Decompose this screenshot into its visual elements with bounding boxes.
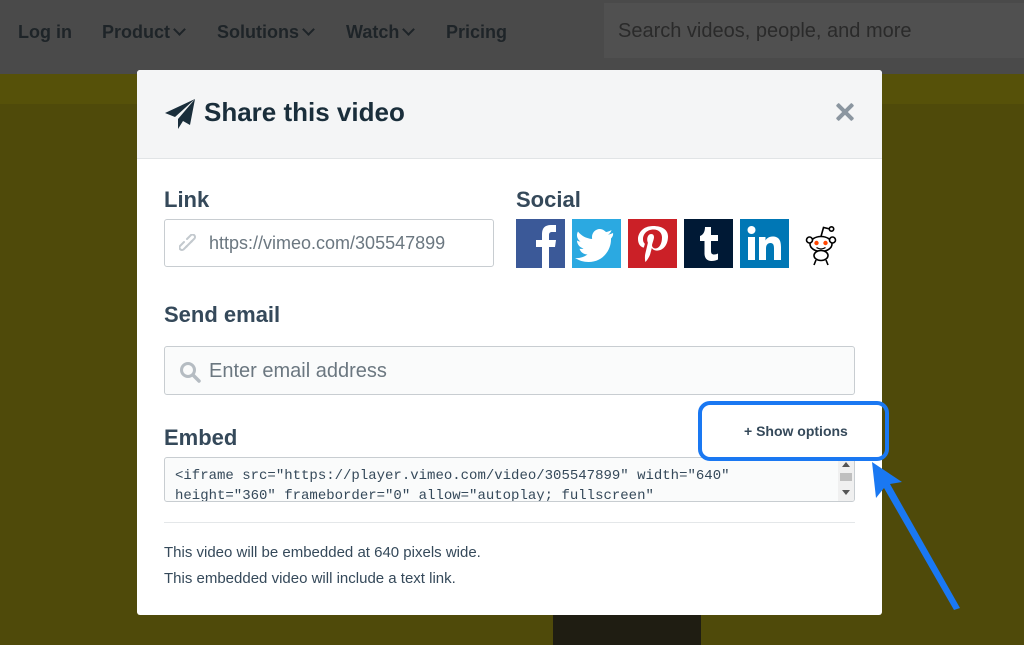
close-icon[interactable] xyxy=(834,101,856,123)
arrow-icon xyxy=(872,462,960,610)
nav-solutions[interactable]: Solutions xyxy=(217,20,315,44)
twitter-icon[interactable] xyxy=(572,219,621,268)
link-label: Link xyxy=(164,187,210,212)
embed-link-info: This embedded video will include a text … xyxy=(164,570,456,587)
send-email-label: Send email xyxy=(164,302,281,327)
highlight-box xyxy=(698,401,889,461)
reddit-icon[interactable] xyxy=(796,219,845,268)
search-placeholder: Search videos, people, and more xyxy=(618,20,912,42)
scroll-up-icon[interactable] xyxy=(842,462,850,467)
facebook-icon[interactable] xyxy=(516,219,565,268)
linkedin-icon[interactable] xyxy=(740,219,789,268)
chevron-down-icon xyxy=(173,23,186,36)
chevron-down-icon xyxy=(402,23,416,36)
embed-scrollbar[interactable] xyxy=(838,458,854,501)
modal-header: Share this video xyxy=(137,70,882,159)
modal-title: Share this video xyxy=(204,97,405,127)
top-nav: Log in Product Solutions Watch Pricing S… xyxy=(0,0,1024,74)
nav-watch[interactable]: Watch xyxy=(346,20,416,44)
chevron-down-icon xyxy=(302,23,315,36)
embed-label: Embed xyxy=(164,425,238,450)
scroll-down-icon[interactable] xyxy=(842,490,850,495)
search-icon xyxy=(180,362,201,383)
pinterest-icon[interactable] xyxy=(628,219,677,268)
search-input[interactable]: Search videos, people, and more xyxy=(604,3,1024,58)
email-placeholder: Enter email address xyxy=(209,360,387,382)
share-modal: Share this video Link https://vimeo.com/… xyxy=(137,70,882,615)
scroll-thumb[interactable] xyxy=(840,473,852,481)
nav-watch-label: Watch xyxy=(346,22,400,42)
divider xyxy=(164,522,855,523)
embed-code-text: <iframe src="https://player.vimeo.com/vi… xyxy=(175,468,738,502)
nav-pricing[interactable]: Pricing xyxy=(446,20,507,44)
video-frame-shadow xyxy=(553,612,701,645)
tumblr-icon[interactable] xyxy=(684,219,733,268)
nav-product-label: Product xyxy=(102,22,171,42)
nav-solutions-label: Solutions xyxy=(217,22,299,42)
embed-width-info: This video will be embedded at 640 pixel… xyxy=(164,544,481,561)
paper-plane-icon xyxy=(165,99,195,129)
nav-product[interactable]: Product xyxy=(102,20,186,44)
link-value: https://vimeo.com/305547899 xyxy=(209,233,446,253)
embed-code-field[interactable]: <iframe src="https://player.vimeo.com/vi… xyxy=(164,457,855,502)
email-field[interactable]: Enter email address xyxy=(164,346,855,395)
login-link[interactable]: Log in xyxy=(18,20,72,44)
link-icon xyxy=(179,234,196,251)
link-field[interactable]: https://vimeo.com/305547899 xyxy=(164,219,494,267)
social-label: Social xyxy=(516,187,581,212)
